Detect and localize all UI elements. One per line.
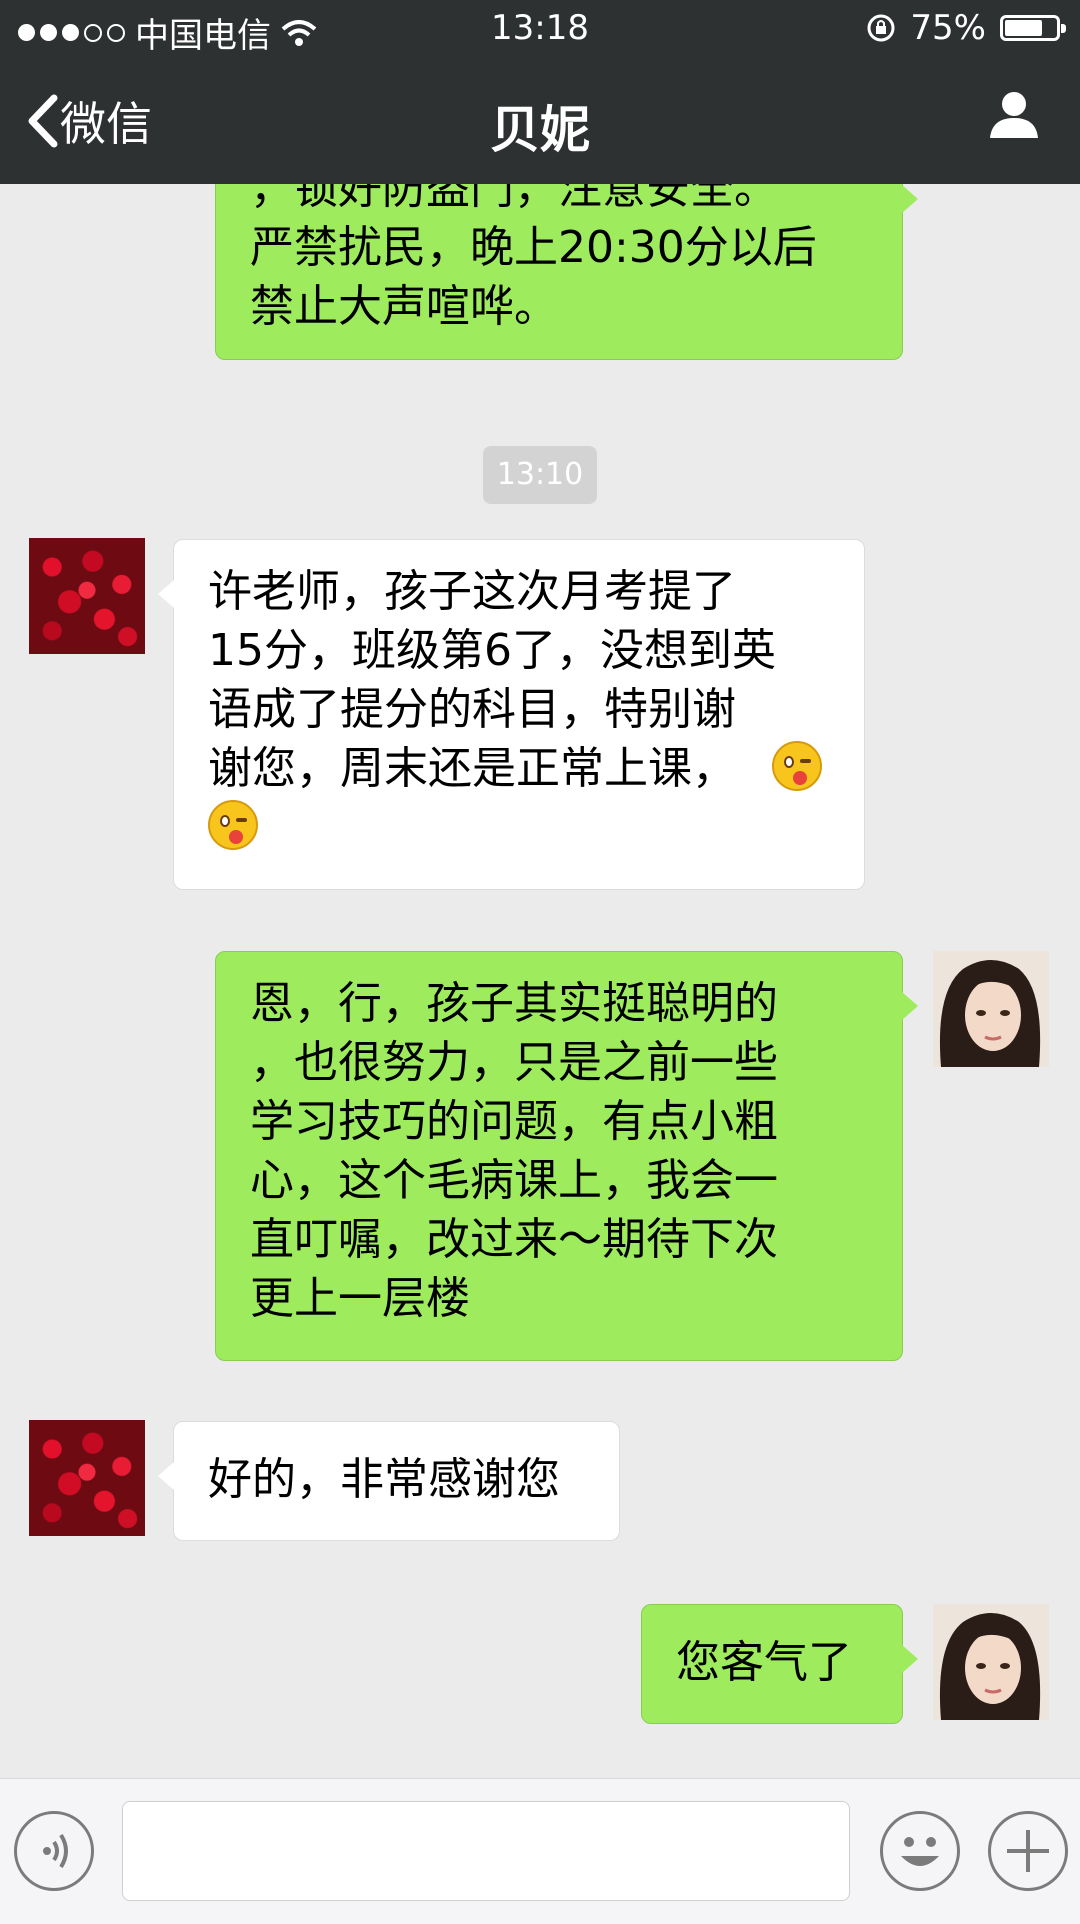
more-button[interactable] <box>988 1811 1068 1891</box>
chat-title: 贝妮 <box>490 101 590 159</box>
person-photo-icon <box>933 1604 1049 1720</box>
plus-icon <box>1007 1830 1049 1872</box>
emoji-button[interactable] <box>880 1811 960 1891</box>
message-bubble-incoming[interactable]: 好的，非常感谢您 <box>158 1421 620 1541</box>
message-line: 禁止大声喧哗。 <box>250 281 558 332</box>
message-line: 学习技巧的问题，有点小粗 <box>250 1096 778 1147</box>
message-line: ，也很努力，只是之前一些 <box>250 1037 778 1088</box>
person-icon <box>990 92 1038 138</box>
smiley-icon <box>901 1837 939 1866</box>
message-list[interactable]: ，锁好防盗门，注意安全。 严禁扰民，晚上20:30分以后 禁止大声喧哗。 13:… <box>0 184 1080 1778</box>
message-line: ，锁好防盗门，注意安全。 <box>250 184 778 214</box>
winking-tongue-emoji <box>772 741 822 791</box>
voice-icon <box>43 1833 68 1869</box>
chat-info-button[interactable] <box>988 88 1040 144</box>
message-line: 直叮嘱，改过来～期待下次 <box>250 1214 778 1265</box>
person-photo-icon <box>933 951 1049 1067</box>
message-line: 谢您，周末还是正常上课， <box>208 743 736 794</box>
top-bar: 中国电信 13:18 75% 微信 贝妮 <box>0 0 1080 184</box>
message-line: 心，这个毛病课上，我会一 <box>250 1155 778 1206</box>
status-bar: 中国电信 13:18 75% <box>0 0 1080 60</box>
message-line: 严禁扰民，晚上20:30分以后 <box>250 222 817 273</box>
message-bubble-outgoing[interactable]: 恩，行，孩子其实挺聪明的 ，也很努力，只是之前一些 学习技巧的问题，有点小粗 心… <box>215 951 918 1361</box>
rotation-lock-icon <box>867 14 895 42</box>
battery-percent: 75% <box>910 8 986 48</box>
my-avatar[interactable] <box>933 1604 1049 1720</box>
winking-tongue-emoji <box>208 800 258 850</box>
message-line-wrapper <box>208 798 830 857</box>
message-bubble-incoming[interactable]: 许老师，孩子这次月考提了 15分，班级第6了，没想到英 语成了提分的科目，特别谢… <box>158 539 865 890</box>
message-line: 语成了提分的科目，特别谢 <box>208 684 736 735</box>
nav-bar: 微信 贝妮 <box>0 60 1080 184</box>
contact-avatar[interactable] <box>29 538 145 654</box>
my-avatar[interactable] <box>933 951 1049 1067</box>
input-bar <box>0 1778 1080 1924</box>
message-line: 更上一层楼 <box>250 1273 470 1324</box>
message-line: 许老师，孩子这次月考提了 <box>208 566 736 617</box>
contact-avatar[interactable] <box>29 1420 145 1536</box>
timestamp-pill: 13:10 <box>483 446 597 504</box>
message-bubble-outgoing[interactable]: ，锁好防盗门，注意安全。 严禁扰民，晚上20:30分以后 禁止大声喧哗。 <box>215 184 918 360</box>
message-bubble-outgoing[interactable]: 您客气了 <box>641 1604 918 1724</box>
message-line: 恩，行，孩子其实挺聪明的 <box>250 978 778 1029</box>
message-input[interactable] <box>122 1801 850 1901</box>
status-right: 75% <box>866 8 1066 48</box>
message-line: 好的，非常感谢您 <box>208 1454 560 1505</box>
message-line-wrapper: 谢您，周末还是正常上课， <box>208 739 830 798</box>
message-line: 您客气了 <box>676 1637 852 1688</box>
message-line: 15分，班级第6了，没想到英 <box>208 625 776 676</box>
battery-icon <box>1000 15 1066 41</box>
voice-button[interactable] <box>14 1811 94 1891</box>
